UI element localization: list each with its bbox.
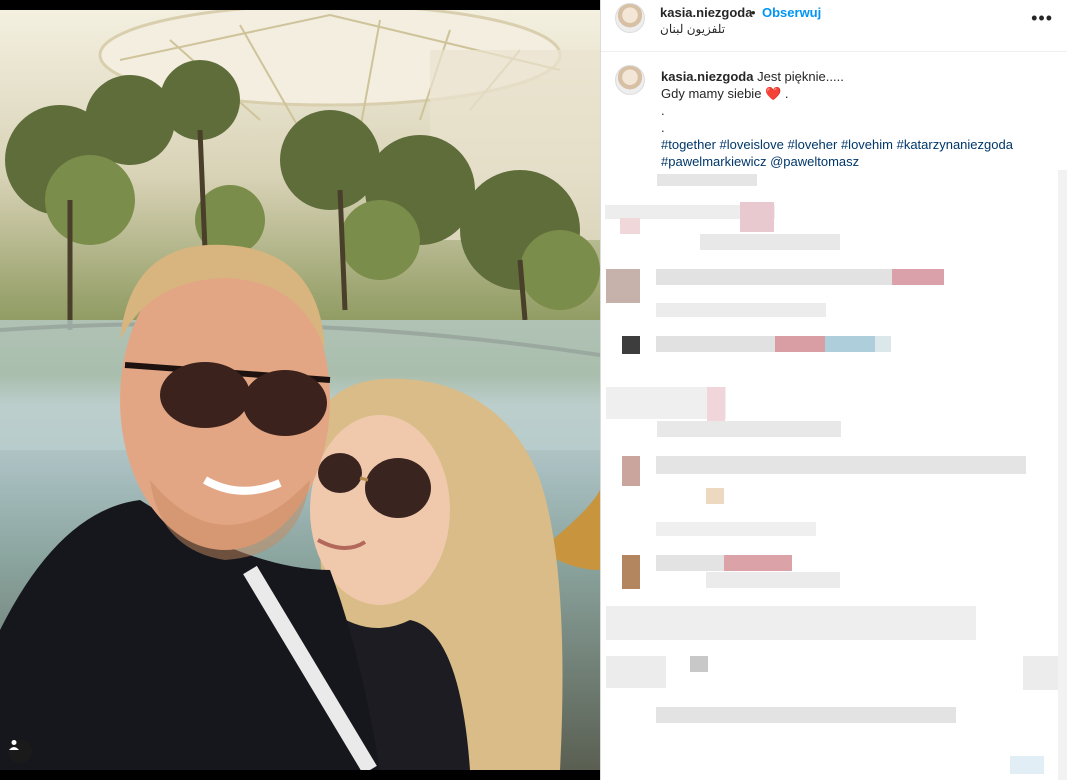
caption-line2-end: . — [781, 86, 789, 101]
pixelated-comments — [600, 170, 1067, 780]
comments-scrollbar[interactable] — [1058, 170, 1067, 780]
caption: kasia.niezgoda Jest pięknie..... Gdy mam… — [661, 68, 1041, 170]
header-username[interactable]: kasia.niezgoda — [660, 5, 752, 20]
follow-button[interactable]: Obserwuj — [762, 5, 821, 20]
caption-username[interactable]: kasia.niezgoda — [661, 69, 753, 84]
heart-emoji-icon: ❤️ — [765, 86, 782, 101]
selfie-illustration — [0, 10, 600, 770]
caption-dot-2: . — [661, 120, 665, 135]
location-link[interactable]: تلفزيون لبنان — [660, 22, 725, 36]
caption-line2: Gdy mamy siebie — [661, 86, 762, 101]
top-bar — [0, 0, 600, 10]
caption-second-line: Gdy mamy siebie ❤️ . — [661, 85, 1041, 102]
caption-text: Jest pięknie..... — [753, 69, 844, 84]
tagged-users-button[interactable] — [8, 739, 32, 763]
post-header: kasia.niezgoda • Obserwuj تلفزيون لبنان … — [601, 0, 1067, 52]
bottom-bar — [0, 770, 600, 780]
caption-avatar[interactable] — [615, 65, 645, 95]
user-icon — [9, 740, 19, 750]
post-photo[interactable] — [0, 10, 600, 770]
avatar[interactable] — [615, 3, 645, 33]
separator-dot: • — [751, 5, 756, 20]
more-options-icon[interactable]: ••• — [1031, 8, 1053, 29]
caption-hashtags-2[interactable]: #pawelmarkiewicz @paweltomasz — [661, 153, 1041, 170]
caption-hashtags-1[interactable]: #together #loveislove #loveher #lovehim … — [661, 136, 1041, 153]
caption-first-line: kasia.niezgoda Jest pięknie..... — [661, 68, 1041, 85]
caption-dot-1: . — [661, 103, 665, 118]
